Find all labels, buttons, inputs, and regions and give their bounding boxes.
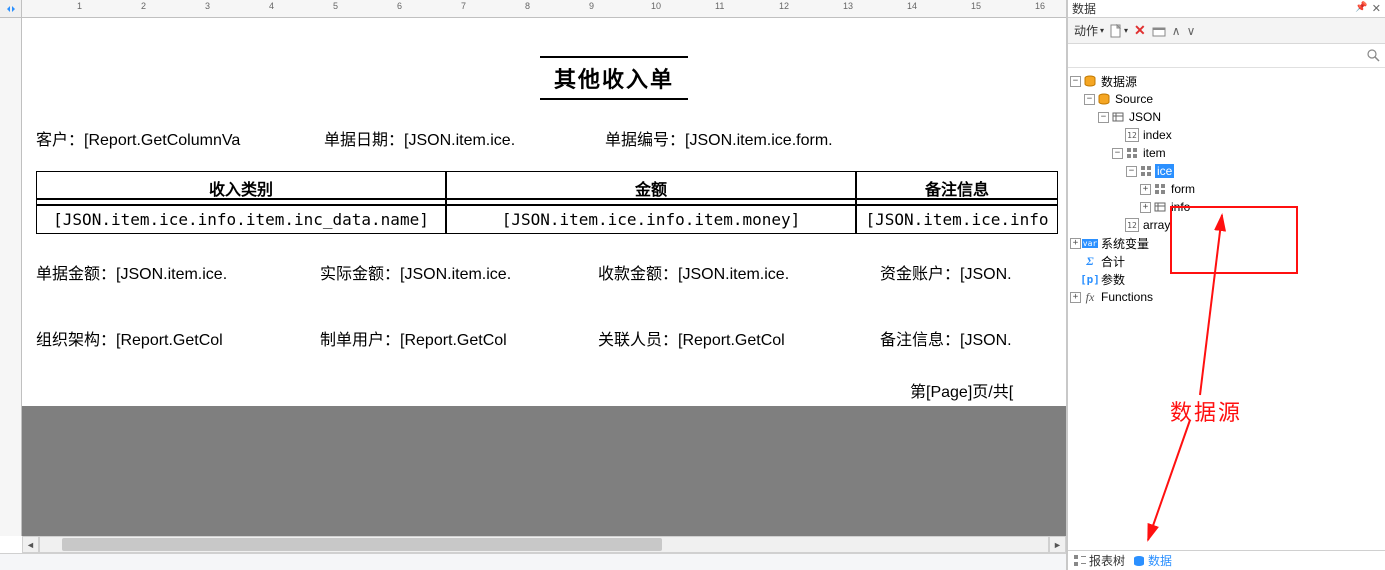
search-icon[interactable] <box>1365 48 1381 64</box>
ruler-tick-label: 11 <box>715 1 724 11</box>
doc-no-field[interactable]: 单据编号：[JSON.item.ice.form. <box>605 126 885 150</box>
doc-date-field[interactable]: 单据日期：[JSON.item.ice. <box>324 126 594 150</box>
detail-table[interactable]: 收入类别 金额 备注信息 [JSON.item.ice.info.item.in… <box>36 171 1058 234</box>
move-up-button[interactable]: ∧ <box>1172 24 1181 38</box>
data-panel: 数据 📌 ✕ 动作▾ ▾ ✕ ∧ ∨ −数据源 −Source −JSON 12… <box>1067 0 1385 570</box>
delete-button[interactable]: ✕ <box>1134 22 1146 39</box>
ruler-tick-label: 4 <box>269 1 274 11</box>
pager-field[interactable]: 第[Page]页/共[ <box>910 378 1065 402</box>
ruler-tick-label: 9 <box>589 1 594 11</box>
ruler-tick-label: 14 <box>907 1 917 11</box>
designer-canvas[interactable]: 1 2 3 4 5 6 7 8 9 10 11 12 13 14 15 16 <box>0 0 1067 570</box>
ruler-tick-label: 5 <box>333 1 338 11</box>
new-item-button[interactable]: ▾ <box>1110 24 1128 38</box>
tree-node-sysvars[interactable]: +var系统变量 <box>1070 234 1383 252</box>
pin-icon[interactable]: 📌 <box>1355 2 1367 15</box>
actions-dropdown[interactable]: 动作▾ <box>1074 22 1104 39</box>
panel-title-text: 数据 <box>1072 0 1096 17</box>
fund-account-field[interactable]: 资金账户：[JSON. <box>880 260 1060 284</box>
panel-titlebar[interactable]: 数据 📌 ✕ <box>1068 0 1385 18</box>
customer-field[interactable]: 客户：[Report.GetColumnVa <box>36 126 316 150</box>
actual-amount-field[interactable]: 实际金额：[JSON.item.ice. <box>320 260 588 284</box>
ruler-tick-label: 16 <box>1035 1 1045 11</box>
ruler-corner[interactable] <box>0 0 22 18</box>
ruler-tick-label: 8 <box>525 1 530 11</box>
table-row[interactable]: [JSON.item.ice.info.item.inc_data.name] … <box>36 205 1058 234</box>
org-field[interactable]: 组织架构：[Report.GetCol <box>36 326 316 350</box>
tree-node-source[interactable]: −Source <box>1070 90 1383 108</box>
scroll-left-button[interactable]: ◄ <box>22 536 39 553</box>
report-title-text: 其他收入单 <box>554 67 674 92</box>
tree-node-form[interactable]: +form <box>1070 180 1383 198</box>
scroll-track[interactable] <box>39 536 1049 553</box>
data-tree[interactable]: −数据源 −Source −JSON 12index −item −ice +f… <box>1068 68 1385 550</box>
panel-search <box>1068 44 1385 68</box>
tree-node-array[interactable]: 12array <box>1070 216 1383 234</box>
horizontal-scrollbar[interactable]: ◄ ► <box>22 536 1066 553</box>
tree-node-info[interactable]: +info <box>1070 198 1383 216</box>
tree-node-datasources[interactable]: −数据源 <box>1070 72 1383 90</box>
related-person-field[interactable]: 关联人员：[Report.GetCol <box>598 326 866 350</box>
receipt-amount-field[interactable]: 收款金额：[JSON.item.ice. <box>598 260 866 284</box>
tab-report-tree[interactable]: 报表树 <box>1074 552 1125 569</box>
status-bar <box>0 553 1066 570</box>
tab-data[interactable]: 数据 <box>1133 552 1172 569</box>
tree-node-item[interactable]: −item <box>1070 144 1383 162</box>
scroll-right-button[interactable]: ► <box>1049 536 1066 553</box>
ruler-tick-label: 15 <box>971 1 981 11</box>
close-panel-icon[interactable]: ✕ <box>1372 2 1381 15</box>
ruler-tick-label: 1 <box>77 1 82 11</box>
doc-amount-field[interactable]: 单据金额：[JSON.item.ice. <box>36 260 316 284</box>
ruler-tick-label: 10 <box>651 1 661 11</box>
horizontal-ruler[interactable]: 1 2 3 4 5 6 7 8 9 10 11 12 13 14 15 16 <box>22 0 1066 18</box>
report-title[interactable]: 其他收入单 <box>540 56 688 100</box>
vertical-ruler[interactable] <box>0 18 22 536</box>
view-button[interactable] <box>1152 25 1166 37</box>
tree-node-functions[interactable]: +fxFunctions <box>1070 288 1383 306</box>
page-background <box>22 406 1066 536</box>
tree-node-index[interactable]: 12index <box>1070 126 1383 144</box>
tree-node-ice[interactable]: −ice <box>1070 162 1383 180</box>
ruler-tick-label: 6 <box>397 1 402 11</box>
panel-tabs: 报表树 数据 <box>1068 550 1385 570</box>
ruler-tick-label: 12 <box>779 1 789 11</box>
search-input[interactable] <box>1072 46 1365 66</box>
scroll-thumb[interactable] <box>62 538 662 551</box>
remark-field[interactable]: 备注信息：[JSON. <box>880 326 1060 350</box>
tree-node-json[interactable]: −JSON <box>1070 108 1383 126</box>
move-down-button[interactable]: ∨ <box>1187 24 1196 38</box>
tree-node-totals[interactable]: Σ合计 <box>1070 252 1383 270</box>
panel-toolbar: 动作▾ ▾ ✕ ∧ ∨ <box>1068 18 1385 44</box>
ruler-tick-label: 7 <box>461 1 466 11</box>
ruler-tick-label: 3 <box>205 1 210 11</box>
ruler-tick-label: 2 <box>141 1 146 11</box>
ruler-tick-label: 13 <box>843 1 853 11</box>
maker-field[interactable]: 制单用户：[Report.GetCol <box>320 326 588 350</box>
tree-node-params[interactable]: [p]参数 <box>1070 270 1383 288</box>
